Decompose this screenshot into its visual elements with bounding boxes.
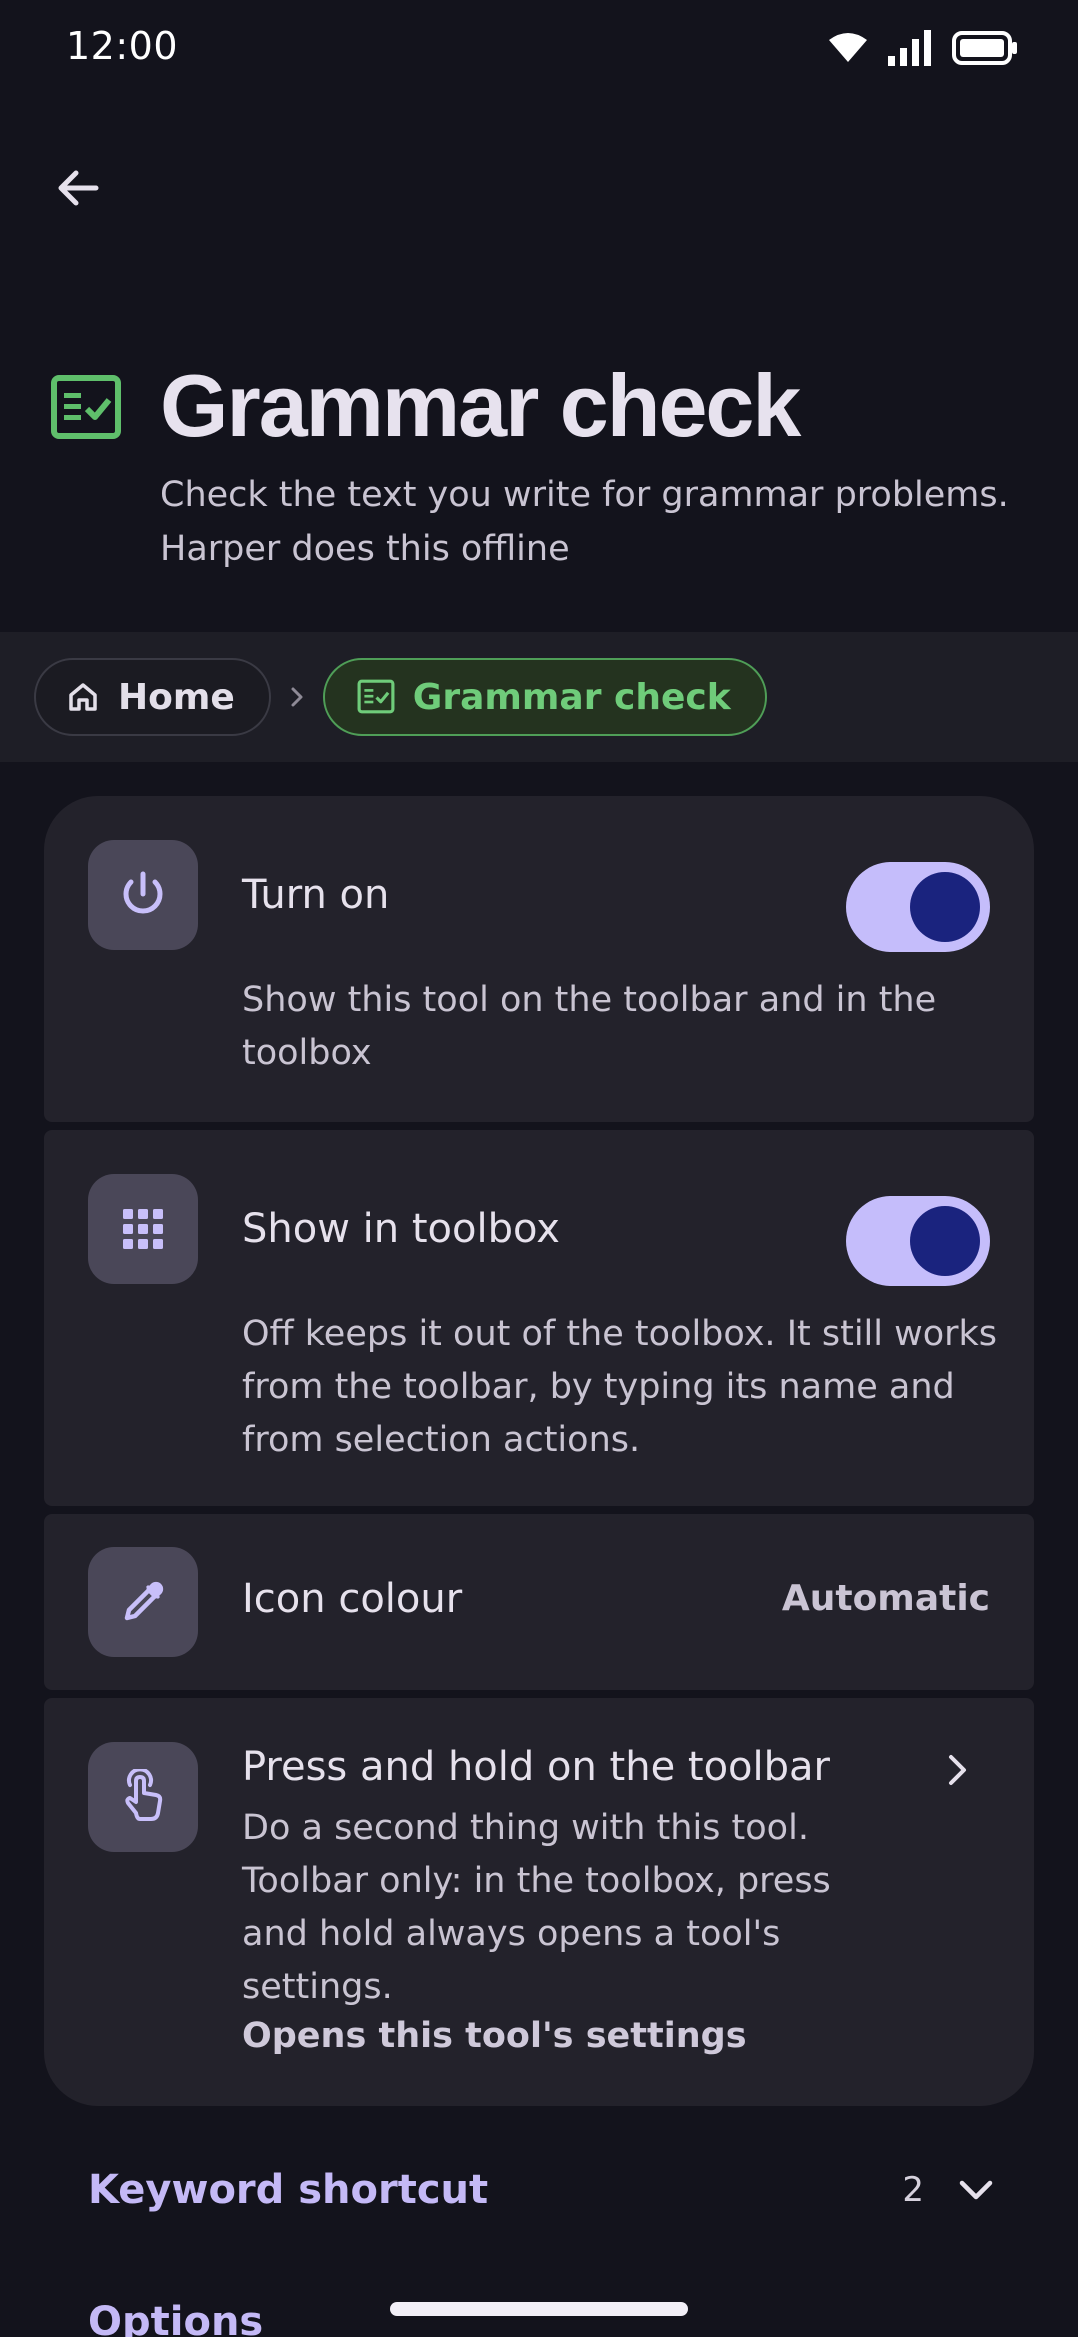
setting-show-in-toolbox[interactable]: Show in toolbox Off keeps it out of the … — [44, 1130, 1034, 1506]
status-bar: 12:00 — [0, 0, 1078, 96]
show-in-toolbox-toggle[interactable] — [846, 1196, 990, 1286]
section-label: Keyword shortcut — [88, 2167, 489, 2213]
breadcrumb-home[interactable]: Home — [34, 658, 271, 736]
chevron-right-icon — [291, 687, 303, 707]
setting-title: Press and hold on the toolbar — [242, 1744, 830, 1790]
toggle-knob — [910, 1206, 980, 1276]
setting-icon-colour[interactable]: Icon colour Automatic — [44, 1514, 1034, 1690]
settings-page: 12:00 Grammar check Check the text you w… — [0, 0, 1078, 2337]
chevron-right-icon — [949, 1755, 966, 1785]
apps-grid-icon — [123, 1209, 163, 1249]
power-icon — [123, 871, 163, 914]
turn-on-toggle[interactable] — [846, 862, 990, 952]
icon-colour-value: Automatic — [781, 1578, 990, 1619]
setting-description: Show this tool on the toolbar and in the… — [242, 980, 937, 1073]
wifi-icon — [829, 33, 867, 62]
setting-icon-box — [88, 1174, 198, 1284]
colorize-icon — [124, 1581, 164, 1621]
setting-description: Do a second thing with this tool. Toolba… — [242, 1808, 831, 2007]
status-icons — [828, 28, 1018, 68]
chevron-down-icon — [959, 2180, 993, 2200]
breadcrumb-home-label: Home — [118, 676, 235, 718]
toggle-knob — [910, 872, 980, 942]
setting-icon-box — [88, 840, 198, 950]
touch-hold-icon — [125, 1769, 163, 1821]
setting-icon-box — [88, 1742, 198, 1852]
setting-turn-on[interactable]: Turn on Show this tool on the toolbar an… — [44, 796, 1034, 1122]
fact-check-icon — [357, 679, 395, 714]
press-and-hold-current-value: Opens this tool's settings — [242, 2016, 747, 2056]
setting-title: Show in toolbox — [242, 1206, 560, 1252]
setting-press-and-hold[interactable]: Press and hold on the toolbar Do a secon… — [44, 1698, 1034, 2106]
status-time: 12:00 — [66, 24, 179, 68]
home-indicator[interactable] — [390, 2302, 688, 2316]
fact-check-icon — [51, 375, 121, 439]
page-subtitle: Check the text you write for grammar pro… — [160, 475, 1009, 569]
breadcrumb-current-label: Grammar check — [412, 676, 731, 718]
keyword-shortcut-count: 2 — [902, 2170, 924, 2210]
breadcrumb-current[interactable]: Grammar check — [322, 658, 767, 736]
battery-icon — [952, 31, 1017, 65]
section-label: Options — [88, 2299, 264, 2337]
page-title: Grammar check — [160, 356, 801, 455]
setting-icon-box — [88, 1547, 198, 1657]
home-icon — [69, 683, 97, 711]
setting-title: Turn on — [242, 872, 390, 918]
back-button[interactable] — [40, 150, 116, 226]
setting-title: Icon colour — [242, 1576, 463, 1622]
cellular-signal-icon — [888, 30, 931, 66]
breadcrumb: Home Grammar check — [0, 632, 1078, 762]
keyword-shortcut-section[interactable]: Keyword shortcut 2 — [88, 2150, 1008, 2230]
arrow-left-icon — [58, 170, 99, 206]
setting-description: Off keeps it out of the toolbox. It stil… — [242, 1314, 998, 1460]
